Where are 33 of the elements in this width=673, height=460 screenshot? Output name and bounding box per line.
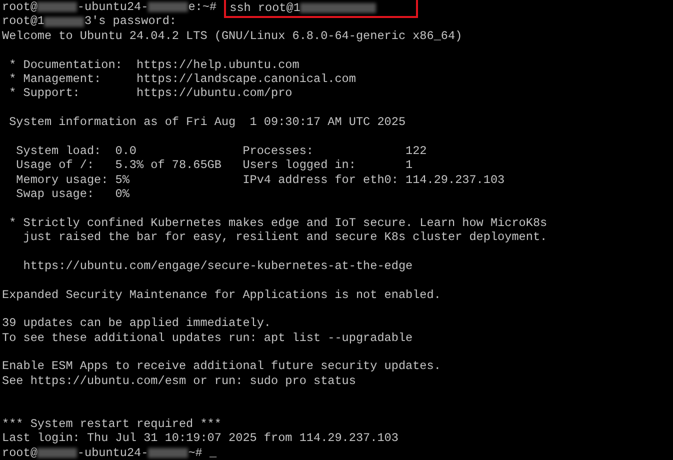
terminal-line: just raised the bar for easy, resilient and secure K8s cluster deployment. [22, 230, 548, 244]
terminal-line: Enable ESM Apps to receive additional future security updates. [2, 359, 441, 374]
terminal-line: System information as of Fri Aug 1 09:30:17 AM UTC 2025 [8, 115, 406, 130]
terminal-line: System load: 0.0 Processes: 122 [15, 144, 427, 158]
terminal-line: Last login: Thu Jul 31 10:19:07 2025 from 114.29.237.103 [2, 431, 398, 446]
terminal-text: root@ [2, 446, 38, 460]
redaction-blur [44, 16, 84, 27]
terminal-line: Welcome to Ubuntu 24.04.2 LTS (GNU/Linux 6.8.0-64-generic x86_64) [2, 28, 462, 44]
terminal-text: root@1 [2, 14, 44, 29]
terminal-text: e:~# [188, 0, 218, 14]
terminal-text: -ubuntu24- [77, 446, 148, 460]
terminal-line: 39 updates can be applied immediately. [2, 316, 272, 331]
terminal-text: -ubuntu24- [77, 0, 148, 14]
terminal-line: To see these additional updates run: apt list --upgradable [2, 330, 413, 346]
terminal-text: ~# _ [188, 446, 217, 460]
terminal-line: https://ubuntu.com/engage/secure-kubernetes-at-the-edge [22, 258, 413, 274]
terminal-line: * Documentation: https://help.ubuntu.com [8, 58, 300, 72]
redaction-blur [37, 2, 78, 12]
redaction-blur [148, 2, 188, 12]
terminal-line: Usage of /: 5.3% of 78.65GB Users logged in: 1 [15, 158, 413, 173]
terminal-text: root@ [2, 0, 38, 14]
terminal-line: *** System restart required *** [2, 416, 222, 432]
terminal-line: Swap usage: 0% [15, 186, 130, 202]
terminal-line: * Support: https://ubuntu.com/pro [8, 86, 292, 101]
terminal-text: ssh root@1 [230, 1, 300, 16]
terminal-line: Expanded Security Maintenance for Applications is not enabled. [2, 288, 441, 302]
terminal-line: See https://ubuntu.com/esm or run: sudo pro status [2, 374, 356, 388]
terminal-text: 3's password: [84, 14, 177, 29]
terminal-line: * Management: https://landscape.canonical.com [8, 72, 356, 86]
redaction-blur [37, 448, 78, 458]
terminal-line: * Strictly confined Kubernetes makes edge and IoT secure. Learn how MicroK8s [8, 216, 548, 230]
redaction-blur [148, 448, 188, 458]
terminal-line: Memory usage: 5% IPv4 address for eth0: 114.29.237.103 [15, 172, 505, 187]
